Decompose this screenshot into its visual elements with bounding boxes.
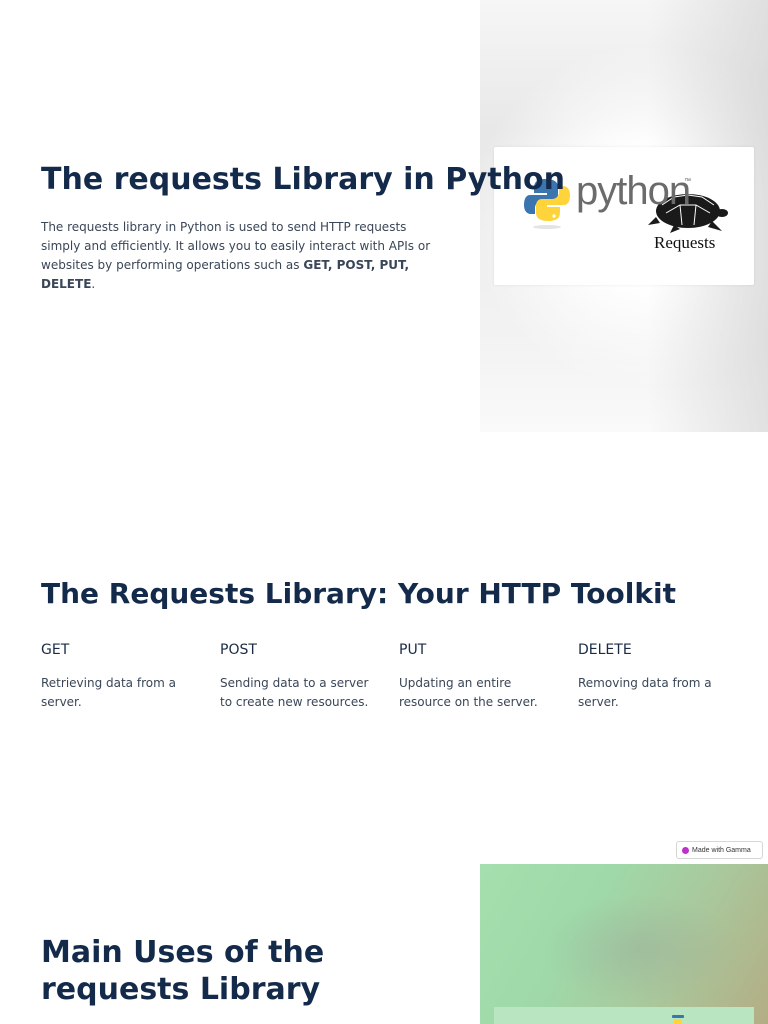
slide-intro-title: The requests Library in Python	[41, 162, 565, 197]
method-description: Retrieving data from a server.	[41, 676, 176, 709]
method-name: PUT	[399, 642, 427, 658]
method-name: DELETE	[578, 642, 632, 658]
made-with-gamma-badge[interactable]: Made with Gamma	[676, 841, 763, 859]
slide-main-uses-title: Main Uses of the requests Library	[41, 935, 325, 1007]
method-card-put: PUT Updating an entire resource on the s…	[399, 642, 549, 712]
body-text-suffix: .	[91, 277, 96, 291]
method-name: POST	[220, 642, 257, 658]
python-wordmark: python	[576, 169, 691, 213]
slide-http-toolkit-title: The Requests Library: Your HTTP Toolkit	[41, 577, 676, 610]
method-description: Updating an entire resource on the serve…	[399, 676, 538, 709]
requests-wordmark: Requests	[654, 233, 716, 252]
gamma-logo-icon	[682, 846, 689, 854]
slide-main-uses-background	[480, 864, 768, 1024]
python-logo-small-icon	[672, 1015, 684, 1024]
made-with-gamma-label: Made with Gamma	[692, 846, 751, 854]
trademark-symbol: ™	[684, 178, 691, 185]
slide-http-toolkit: The Requests Library: Your HTTP Toolkit …	[0, 432, 768, 864]
slide-intro: python ™ Requests The requests Library i…	[0, 0, 768, 432]
method-card-delete: DELETE Removing data from a server.	[578, 642, 728, 712]
slide-main-uses: Main Uses of the requests Library	[0, 864, 768, 1024]
method-description: Sending data to a server to create new r…	[220, 676, 369, 709]
method-description: Removing data from a server.	[578, 676, 712, 709]
slide-intro-body: The requests library in Python is used t…	[41, 218, 433, 294]
page: python ™ Requests The requests Library i…	[0, 0, 768, 1024]
slide-main-uses-image-card	[494, 1007, 754, 1024]
method-name: GET	[41, 642, 70, 658]
method-card-get: GET Retrieving data from a server.	[41, 642, 191, 712]
method-card-post: POST Sending data to a server to create …	[220, 642, 370, 712]
